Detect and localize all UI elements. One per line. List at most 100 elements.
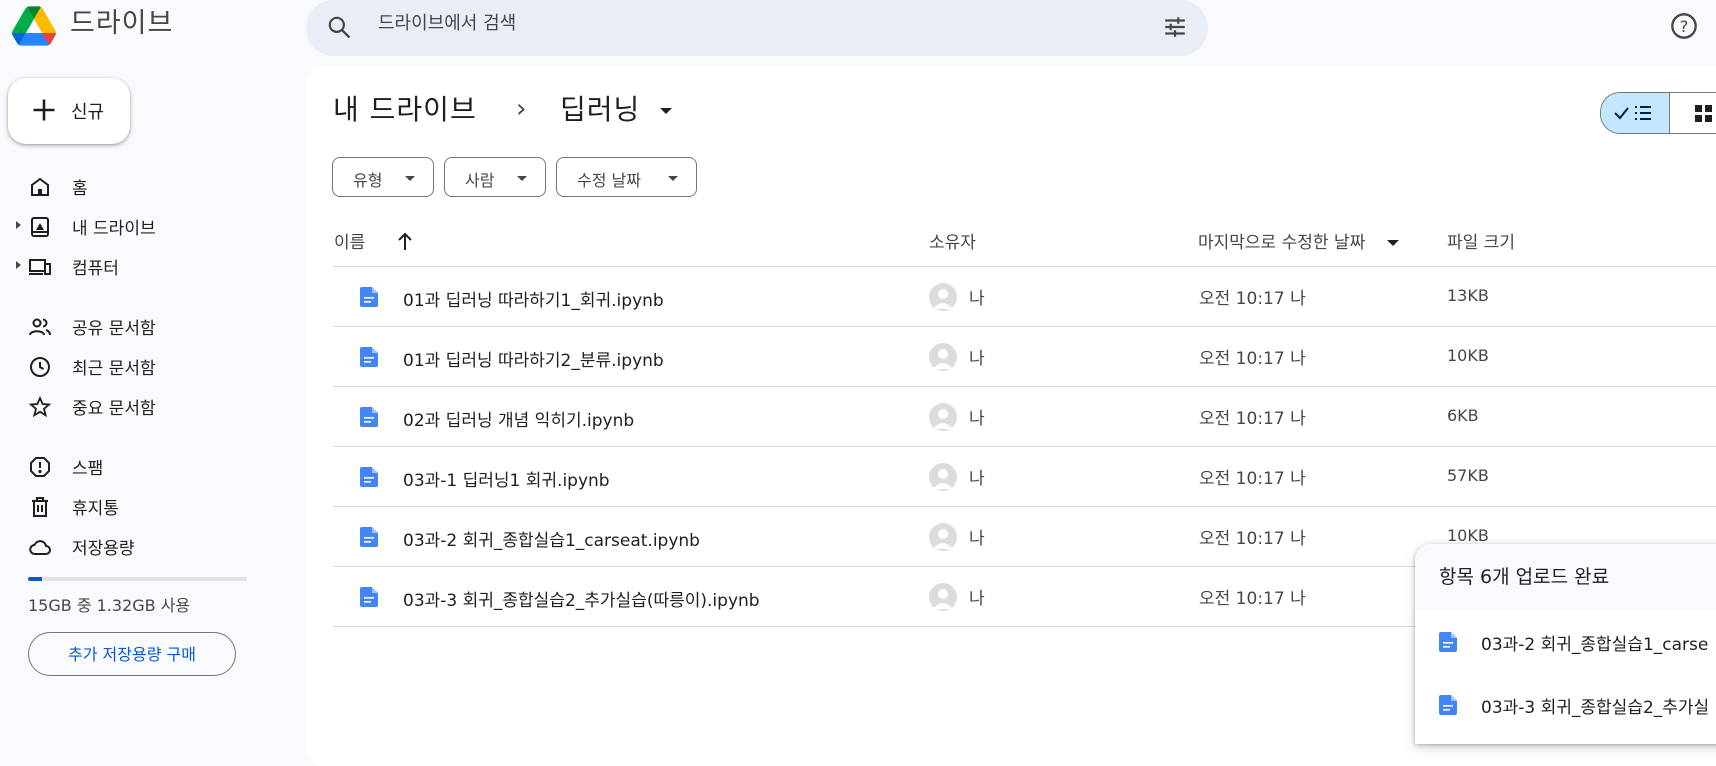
file-name[interactable]: 02과 딥러닝 개념 익히기.ipynb bbox=[403, 406, 634, 431]
column-header-modified[interactable]: 마지막으로 수정한 날짜 bbox=[1198, 228, 1365, 253]
owner-avatar bbox=[929, 583, 957, 611]
document-icon bbox=[360, 287, 378, 307]
table-row[interactable]: 03과-1 딥러닝1 회귀.ipynb 나 오전 10:17 나 57KB bbox=[333, 447, 1716, 507]
sidebar-item-starred[interactable]: 중요 문서함 bbox=[0, 388, 300, 424]
sidebar-item-label: 저장용량 bbox=[72, 539, 135, 559]
file-size: 10KB bbox=[1447, 526, 1489, 545]
modified-date: 오전 10:17 나 bbox=[1199, 289, 1306, 309]
computers-icon bbox=[28, 255, 52, 279]
type-filter-chip[interactable]: 유형 bbox=[332, 157, 434, 197]
buy-storage-button[interactable]: 추가 저장용량 구매 bbox=[28, 632, 236, 676]
modified-date: 오전 10:17 나 bbox=[1199, 409, 1306, 429]
dropdown-caret-icon bbox=[668, 176, 678, 181]
sidebar-item-computers[interactable]: 컴퓨터 bbox=[0, 248, 300, 284]
sort-menu-caret-icon[interactable] bbox=[1387, 240, 1399, 246]
dropdown-caret-icon bbox=[405, 176, 415, 181]
sidebar-item-spam[interactable]: 스팸 bbox=[0, 448, 300, 484]
owner-avatar bbox=[929, 283, 957, 311]
people-icon bbox=[28, 315, 52, 339]
document-icon bbox=[1439, 695, 1457, 715]
upload-list-item[interactable]: 03과-2 회귀_종합실습1_carse bbox=[1415, 612, 1716, 672]
file-name[interactable]: 01과 딥러닝 따라하기2_분류.ipynb bbox=[403, 346, 664, 371]
owner-avatar bbox=[929, 463, 957, 491]
file-name[interactable]: 03과-3 회귀_종합실습2_추가실습(따릉이).ipynb bbox=[403, 586, 760, 611]
expand-caret-icon[interactable] bbox=[16, 221, 21, 229]
owner-name: 나 bbox=[969, 529, 985, 549]
sidebar-item-label: 스팸 bbox=[72, 459, 104, 479]
help-icon[interactable]: ? bbox=[1670, 12, 1698, 40]
modified-date: 오전 10:17 나 bbox=[1199, 529, 1306, 549]
cloud-icon bbox=[28, 535, 52, 559]
filter-chip-label: 유형 bbox=[353, 171, 383, 190]
new-button[interactable]: 신규 bbox=[8, 78, 130, 144]
document-icon bbox=[360, 587, 378, 607]
sidebar-item-my-drive[interactable]: 내 드라이브 bbox=[0, 208, 300, 244]
filter-chip-label: 사람 bbox=[465, 171, 495, 190]
file-size: 10KB bbox=[1447, 346, 1489, 365]
svg-text:?: ? bbox=[1680, 17, 1689, 36]
table-row[interactable]: 01과 딥러닝 따라하기2_분류.ipynb 나 오전 10:17 나 10KB bbox=[333, 327, 1716, 387]
clock-icon bbox=[28, 355, 52, 379]
column-header-size[interactable]: 파일 크기 bbox=[1447, 228, 1515, 253]
new-button-label: 신규 bbox=[71, 102, 105, 123]
table-row[interactable]: 01과 딥러닝 따라하기1_회귀.ipynb 나 오전 10:17 나 13KB bbox=[333, 267, 1716, 327]
breadcrumb-current-folder[interactable]: 딥러닝 bbox=[560, 88, 640, 128]
owner-avatar bbox=[929, 523, 957, 551]
sidebar-item-trash[interactable]: 휴지통 bbox=[0, 488, 300, 524]
modified-filter-chip[interactable]: 수정 날짜 bbox=[556, 157, 697, 197]
spam-icon bbox=[28, 455, 52, 479]
owner-name: 나 bbox=[969, 409, 985, 429]
sidebar-item-shared[interactable]: 공유 문서함 bbox=[0, 308, 300, 344]
column-header-name[interactable]: 이름 bbox=[334, 228, 365, 253]
file-size: 13KB bbox=[1447, 286, 1489, 305]
file-name[interactable]: 01과 딥러닝 따라하기1_회귀.ipynb bbox=[403, 286, 664, 311]
sidebar-item-label: 휴지통 bbox=[72, 499, 119, 519]
people-filter-chip[interactable]: 사람 bbox=[444, 157, 546, 197]
trash-icon bbox=[28, 495, 52, 519]
grid-view-button[interactable] bbox=[1670, 93, 1716, 133]
view-toggle bbox=[1600, 92, 1716, 134]
list-view-button[interactable] bbox=[1601, 93, 1670, 133]
owner-name: 나 bbox=[969, 589, 985, 609]
sidebar-item-recent[interactable]: 최근 문서함 bbox=[0, 348, 300, 384]
home-icon bbox=[28, 175, 52, 199]
drive-logo[interactable] bbox=[12, 4, 56, 48]
search-options-icon[interactable] bbox=[1162, 14, 1188, 40]
document-icon bbox=[360, 347, 378, 367]
dropdown-caret-icon bbox=[517, 176, 527, 181]
search-icon[interactable] bbox=[326, 14, 352, 40]
upload-file-name: 03과-3 회귀_종합실습2_추가실 bbox=[1481, 698, 1710, 718]
sidebar-item-home[interactable]: 홈 bbox=[0, 168, 300, 204]
storage-progress-bar bbox=[28, 577, 247, 581]
sidebar-item-storage[interactable]: 저장용량 bbox=[0, 528, 300, 564]
upload-list-item[interactable]: 03과-3 회귀_종합실습2_추가실 bbox=[1415, 675, 1716, 735]
filter-chip-label: 수정 날짜 bbox=[577, 171, 641, 190]
sidebar-item-label: 컴퓨터 bbox=[72, 259, 119, 279]
sidebar-item-label: 공유 문서함 bbox=[72, 319, 156, 339]
document-icon bbox=[1439, 632, 1457, 652]
upload-panel-title: 항목 6개 업로드 완료 bbox=[1439, 566, 1610, 588]
file-name[interactable]: 03과-2 회귀_종합실습1_carseat.ipynb bbox=[403, 526, 700, 551]
owner-name: 나 bbox=[969, 289, 985, 309]
storage-usage-text: 15GB 중 1.32GB 사용 bbox=[28, 596, 191, 615]
table-row[interactable]: 02과 딥러닝 개념 익히기.ipynb 나 오전 10:17 나 6KB bbox=[333, 387, 1716, 447]
folder-menu-caret-icon[interactable] bbox=[660, 108, 672, 114]
expand-caret-icon[interactable] bbox=[16, 261, 21, 269]
column-header-owner[interactable]: 소유자 bbox=[929, 228, 976, 253]
sort-ascending-icon[interactable] bbox=[396, 230, 414, 252]
app-title: 드라이브 bbox=[70, 8, 174, 39]
modified-date: 오전 10:17 나 bbox=[1199, 349, 1306, 369]
sidebar-item-label: 홈 bbox=[72, 179, 88, 199]
breadcrumb-root[interactable]: 내 드라이브 bbox=[333, 88, 477, 128]
upload-progress-panel: 항목 6개 업로드 완료 03과-2 회귀_종합실습1_carse 03과-3 … bbox=[1415, 544, 1716, 744]
my-drive-icon bbox=[28, 215, 52, 239]
search-bar[interactable] bbox=[306, 0, 1208, 56]
file-name[interactable]: 03과-1 딥러닝1 회귀.ipynb bbox=[403, 466, 610, 491]
search-input[interactable] bbox=[378, 13, 1078, 34]
file-size: 57KB bbox=[1447, 466, 1489, 485]
sidebar-item-label: 내 드라이브 bbox=[72, 219, 156, 239]
document-icon bbox=[360, 407, 378, 427]
document-icon bbox=[360, 527, 378, 547]
modified-date: 오전 10:17 나 bbox=[1199, 589, 1306, 609]
modified-date: 오전 10:17 나 bbox=[1199, 469, 1306, 489]
